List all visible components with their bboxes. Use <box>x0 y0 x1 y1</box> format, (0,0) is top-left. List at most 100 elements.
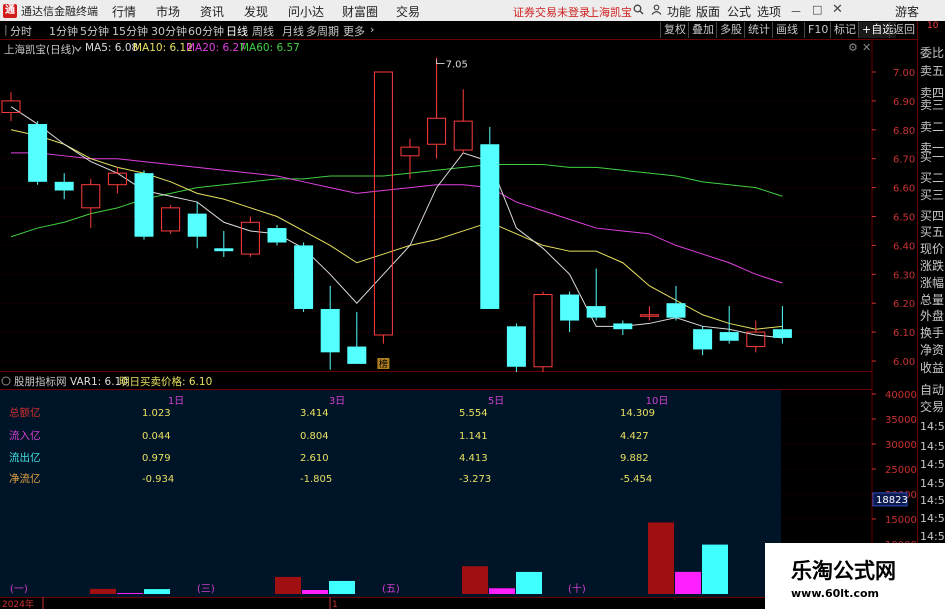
order-book-label: 卖五 <box>920 64 945 78</box>
order-book-label: 涨幅 <box>920 276 945 290</box>
title-bar: 通 通达信金融终端 行情 市场 资讯 发现 问小达 财富圈 交易 证券交易未登录 上海凯宝 … <box>0 0 945 21</box>
table-col-header: 3日 <box>329 396 345 407</box>
login-warning[interactable]: 证券交易未登录 <box>513 4 590 20</box>
y-tick-label: 6.50 <box>893 213 915 224</box>
indicator-bar <box>275 576 301 594</box>
close-icon[interactable]: ✕ <box>832 2 843 17</box>
candle-body <box>320 308 340 353</box>
indicator-bar <box>117 593 143 594</box>
table-cell: 0.979 <box>142 453 171 464</box>
menu-function[interactable]: 功能 <box>667 3 691 20</box>
indicator-bar <box>648 522 674 594</box>
candle-body <box>54 181 74 191</box>
candlestick-chart[interactable]: 7.00 6.90 6.80 6.70 6.60 6.50 6.40 6.30 6.20 6.10… <box>0 41 917 372</box>
menu-options[interactable]: 选项 <box>757 3 781 20</box>
sub-y-tick-label: 25000 <box>885 465 917 476</box>
table-col-header: 5日 <box>488 396 504 407</box>
order-book-label: 买四 <box>920 209 945 223</box>
period-tab[interactable]: 5分钟 <box>80 23 109 39</box>
order-book-label: 换手 <box>920 326 945 340</box>
toolbar-button[interactable]: 叠加 <box>688 22 717 38</box>
sub-y-tick-label: 15000 <box>885 515 917 526</box>
top-menu-item[interactable]: 市场 <box>156 3 180 20</box>
restore-icon[interactable]: □ <box>812 3 822 16</box>
candle-body <box>240 221 260 255</box>
menu-formula[interactable]: 公式 <box>727 3 751 20</box>
toolbar-button[interactable]: 返回 <box>889 22 918 38</box>
period-tab[interactable]: 60分钟 <box>188 23 224 39</box>
minimize-icon[interactable]: － <box>790 3 802 20</box>
toolbar-button[interactable]: 统计 <box>744 22 773 38</box>
table-row-label: 流出亿 <box>9 451 41 464</box>
guest-label[interactable]: 游客 <box>895 3 919 20</box>
top-menu-item[interactable]: 发现 <box>244 3 268 20</box>
annotation-leader <box>436 59 445 64</box>
table-cell: 3.414 <box>300 408 329 419</box>
top-menu-item[interactable]: 资讯 <box>200 3 224 20</box>
menu-layout[interactable]: 版面 <box>696 3 720 20</box>
candle-body <box>746 331 766 348</box>
table-col-header: 10日 <box>646 396 669 407</box>
toolbar-button[interactable]: 标记 <box>830 22 859 38</box>
candle-body <box>373 71 393 336</box>
candle-body <box>693 329 713 350</box>
date-axis-bg <box>0 597 781 609</box>
price-label: 明日买卖价格: 6.10 <box>119 375 212 388</box>
order-book-label: 收益 <box>920 361 945 375</box>
candle-body <box>107 172 127 186</box>
order-book-label: 外盘 <box>920 309 945 323</box>
toolbar-button[interactable]: 画线 <box>772 22 801 38</box>
candle-body <box>772 329 792 338</box>
period-tab[interactable]: 日线 <box>226 23 248 39</box>
top-menu-item[interactable]: 财富圈 <box>342 3 378 20</box>
candle-body <box>400 146 420 157</box>
y-tick-label: 6.70 <box>893 155 915 166</box>
indicator-bar <box>516 571 542 594</box>
order-book-label: 14:56 <box>920 512 945 525</box>
table-cell: 4.427 <box>620 431 649 442</box>
year-label: 2024年 <box>2 598 34 609</box>
order-book-label: 买一 <box>920 150 945 164</box>
sub-title: 股朋指标网 <box>14 375 67 388</box>
table-cell: 0.044 <box>142 431 171 442</box>
table-cell: 0.804 <box>300 431 329 442</box>
period-tab[interactable]: 更多 <box>343 23 365 39</box>
app-name: 通达信金融终端 <box>21 4 98 18</box>
more-chevron-icon[interactable]: › <box>370 23 374 36</box>
period-tab[interactable]: 月线 <box>282 23 304 39</box>
table-cell: 14.309 <box>620 408 655 419</box>
badge-number: 10 <box>927 21 939 31</box>
top-menu-item[interactable]: 行情 <box>112 3 136 20</box>
toolbar-button[interactable]: 复权 <box>660 22 689 38</box>
candle-body <box>161 207 181 232</box>
toolbar-button[interactable]: 多股 <box>716 22 745 38</box>
period-tab[interactable]: 多周期 <box>306 23 339 39</box>
order-book-label: 总量 <box>920 293 945 307</box>
period-tab[interactable]: 周线 <box>252 23 274 39</box>
period-toolbar: | 分时 1分钟 5分钟 15分钟 30分钟 60分钟 日线 周线 月线 多周期 更多 › 复权 叠加… <box>0 21 945 40</box>
order-book-label: 现价 <box>920 242 945 256</box>
watermark-url: www.60lt.com <box>791 587 880 600</box>
candle-body <box>427 117 447 145</box>
table-row-label: 流入亿 <box>9 429 41 442</box>
candle-body <box>81 184 101 209</box>
candle-body <box>613 323 633 330</box>
sub-y-tick-label: 30000 <box>885 440 917 451</box>
order-book-label: 委比 <box>920 46 945 60</box>
user-icon[interactable] <box>651 4 662 15</box>
indicator-bar <box>489 588 515 594</box>
top-menu-item[interactable]: 交易 <box>396 3 420 20</box>
search-icon[interactable] <box>633 4 644 15</box>
period-tab[interactable]: 30分钟 <box>151 23 187 39</box>
top-menu-item[interactable]: 问小达 <box>288 3 324 20</box>
ma20-line <box>11 152 783 284</box>
period-tab[interactable]: 1分钟 <box>49 23 78 39</box>
table-row-label: 总额亿 <box>9 406 41 419</box>
order-book-label: 交易 <box>920 400 945 414</box>
period-tab[interactable]: 分时 <box>10 23 32 39</box>
candle-body <box>533 294 553 368</box>
badge-ten: 10 <box>921 21 945 41</box>
toolbar-button[interactable]: F10 <box>804 22 831 38</box>
period-tab[interactable]: 15分钟 <box>112 23 148 39</box>
table-cell: 1.023 <box>142 408 171 419</box>
